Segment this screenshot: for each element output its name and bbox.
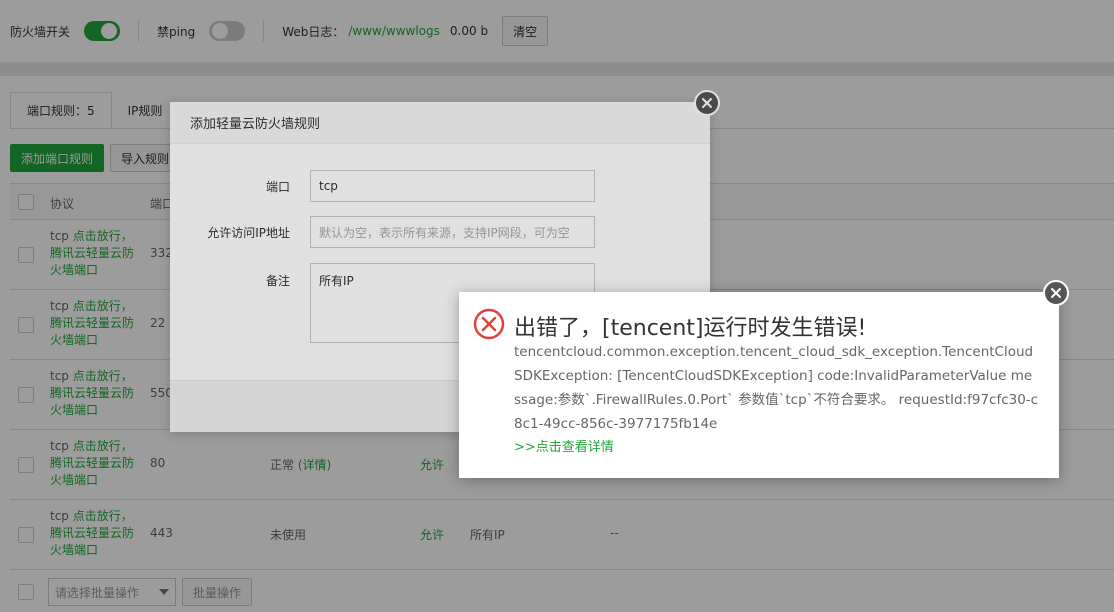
- error-detail-text: tencentcloud.common.exception.tencent_cl…: [514, 344, 1039, 432]
- error-message-box: 出错了，[tencent]运行时发生错误! tencentcloud.commo…: [459, 292, 1059, 478]
- error-close-button[interactable]: [1043, 280, 1069, 306]
- close-icon: [1051, 288, 1061, 298]
- error-title: 出错了，[tencent]运行时发生错误!: [514, 316, 867, 341]
- error-details-link[interactable]: >>点击查看详情: [514, 436, 614, 455]
- error-icon: [473, 308, 505, 340]
